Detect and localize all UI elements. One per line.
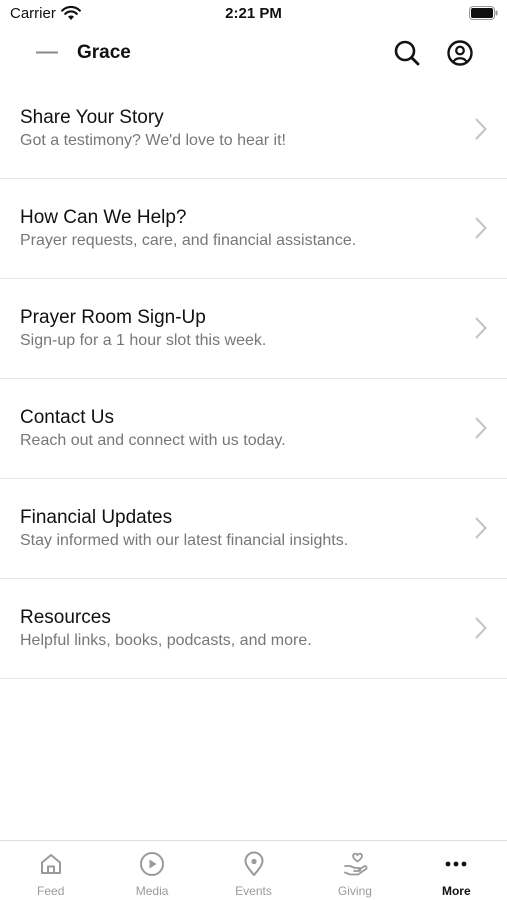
menu-item-resources[interactable]: Resources Helpful links, books, podcasts…	[0, 579, 507, 679]
menu-item-subtitle: Sign-up for a 1 hour slot this week.	[20, 332, 267, 349]
more-menu-list: Share Your Story Got a testimony? We'd l…	[0, 80, 507, 679]
menu-item-title: Resources	[20, 607, 111, 628]
chevron-right-icon	[475, 517, 487, 539]
app-header: Grace	[0, 28, 507, 80]
menu-item-subtitle: Helpful links, books, podcasts, and more…	[20, 632, 312, 649]
status-bar: Carrier 2:21 PM	[0, 0, 507, 28]
account-icon[interactable]	[445, 38, 475, 68]
tab-label: More	[441, 884, 471, 898]
tab-label: Events	[235, 884, 272, 898]
battery-icon	[469, 6, 498, 20]
tab-label: Media	[135, 884, 169, 898]
home-icon	[40, 854, 61, 874]
menu-item-subtitle: Stay informed with our latest financial …	[20, 532, 349, 549]
menu-item-subtitle: Prayer requests, care, and financial ass…	[20, 232, 357, 249]
tab-giving[interactable]: Giving	[304, 841, 405, 900]
menu-item-prayer-room-sign-up[interactable]: Prayer Room Sign-Up Sign-up for a 1 hour…	[0, 279, 507, 379]
bottom-tab-bar: Feed Media Events Giving More	[0, 840, 507, 900]
church-logo-icon	[36, 51, 58, 54]
menu-item-subtitle: Reach out and connect with us today.	[20, 432, 286, 449]
page-title: Grace	[77, 42, 131, 63]
giving-hand-icon	[344, 852, 368, 876]
location-pin-icon	[244, 851, 264, 876]
play-circle-icon	[140, 852, 165, 876]
menu-item-title: How Can We Help?	[20, 207, 187, 228]
menu-item-title: Contact Us	[20, 407, 114, 428]
tab-label: Giving	[337, 884, 372, 898]
menu-item-title: Share Your Story	[20, 107, 164, 128]
menu-item-contact-us[interactable]: Contact Us Reach out and connect with us…	[0, 379, 507, 479]
chevron-right-icon	[475, 217, 487, 239]
tab-more[interactable]: More	[406, 841, 507, 900]
chevron-right-icon	[475, 317, 487, 339]
menu-item-title: Financial Updates	[20, 507, 173, 528]
menu-item-subtitle: Got a testimony? We'd love to hear it!	[20, 132, 286, 149]
more-dots-icon	[445, 861, 467, 867]
tab-feed[interactable]: Feed	[0, 841, 101, 900]
menu-item-financial-updates[interactable]: Financial Updates Stay informed with our…	[0, 479, 507, 579]
chevron-right-icon	[475, 417, 487, 439]
tab-events[interactable]: Events	[203, 841, 304, 900]
chevron-right-icon	[475, 617, 487, 639]
tab-media[interactable]: Media	[101, 841, 202, 900]
search-icon[interactable]	[392, 38, 422, 68]
menu-item-how-can-we-help[interactable]: How Can We Help? Prayer requests, care, …	[0, 179, 507, 279]
chevron-right-icon	[475, 118, 487, 140]
status-time: 2:21 PM	[225, 5, 282, 22]
tab-label: Feed	[37, 884, 65, 898]
menu-item-share-your-story[interactable]: Share Your Story Got a testimony? We'd l…	[0, 80, 507, 179]
menu-item-title: Prayer Room Sign-Up	[20, 307, 206, 328]
